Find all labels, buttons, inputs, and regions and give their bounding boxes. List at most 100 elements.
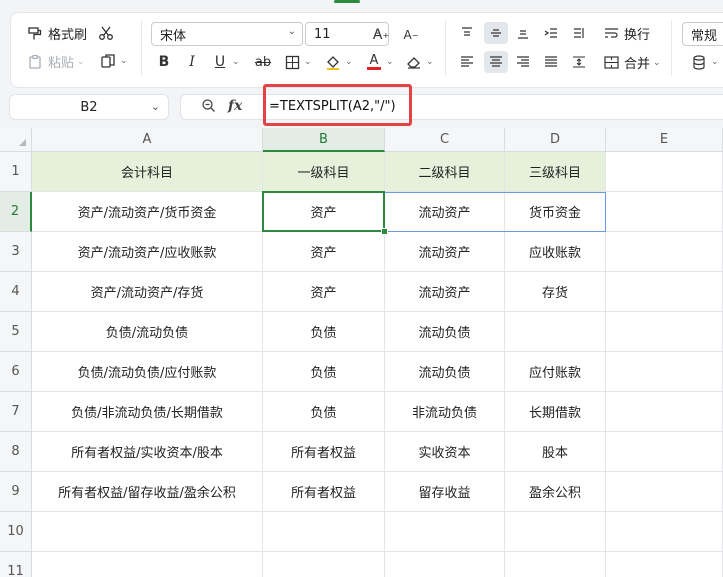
empty-cell[interactable] <box>385 552 505 577</box>
column-header-c[interactable]: C <box>385 128 505 152</box>
cut-button[interactable] <box>97 24 115 42</box>
data-cell[interactable]: 所有者权益 <box>263 432 385 472</box>
font-color-button[interactable]: A ⌄ <box>365 53 394 71</box>
column-header-a[interactable]: A <box>32 128 263 152</box>
bold-button[interactable]: B <box>155 53 173 71</box>
data-cell[interactable]: 流动负债 <box>385 312 505 352</box>
format-painter-button[interactable]: 格式刷 <box>26 24 87 43</box>
data-cell[interactable]: 流动资产 <box>385 232 505 272</box>
select-all-corner[interactable] <box>0 128 32 152</box>
data-cell[interactable]: 流动资产 <box>385 272 505 312</box>
header-cell[interactable]: 三级科目 <box>505 152 606 192</box>
data-cell[interactable]: 负债/非流动负债/长期借款 <box>32 392 263 432</box>
empty-cell[interactable] <box>263 512 385 552</box>
data-cell[interactable]: 资产/流动资产/存货 <box>32 272 263 312</box>
merge-button[interactable]: 合并 ⌄ <box>602 53 661 72</box>
underline-button[interactable]: U ⌄ <box>211 53 240 71</box>
data-cell[interactable]: 盈余公积 <box>505 472 606 512</box>
data-cell[interactable]: 应付账款 <box>505 352 606 392</box>
data-cell[interactable]: 资产 <box>263 232 385 272</box>
data-cell[interactable]: 非流动负债 <box>385 392 505 432</box>
data-cell[interactable]: 资产 <box>263 272 385 312</box>
align-middle-button[interactable] <box>484 22 508 44</box>
row-header-3[interactable]: 3 <box>0 232 32 272</box>
row-header-7[interactable]: 7 <box>0 392 32 432</box>
decrease-font-button[interactable]: A − <box>402 26 420 44</box>
align-right-button[interactable] <box>514 53 532 71</box>
data-cell[interactable]: 资产 <box>263 192 385 232</box>
copy-button[interactable]: ⌄ <box>99 52 128 70</box>
row-header-1[interactable]: 1 <box>0 152 32 192</box>
data-cell[interactable]: 资产/流动资产/货币资金 <box>32 192 263 232</box>
data-cell[interactable]: 资产/流动资产/应收账款 <box>32 232 263 272</box>
header-cell[interactable]: 一级科目 <box>263 152 385 192</box>
italic-button[interactable]: I <box>183 53 201 71</box>
indent-button[interactable] <box>542 24 560 42</box>
empty-cell[interactable] <box>606 512 723 552</box>
empty-cell[interactable] <box>606 552 723 577</box>
empty-cell[interactable] <box>385 512 505 552</box>
data-cell[interactable]: 所有者权益/留存收益/盈余公积 <box>32 472 263 512</box>
distribute-button[interactable] <box>570 53 588 71</box>
column-header-e[interactable]: E <box>606 128 723 152</box>
row-header-11[interactable]: 11 <box>0 552 32 577</box>
empty-cell[interactable] <box>606 312 723 352</box>
row-header-8[interactable]: 8 <box>0 432 32 472</box>
empty-cell[interactable] <box>32 512 263 552</box>
justify-button[interactable] <box>542 53 560 71</box>
data-cell[interactable]: 所有者权益 <box>263 472 385 512</box>
empty-cell[interactable] <box>505 512 606 552</box>
zoom-icon[interactable] <box>201 98 216 117</box>
fill-color-button[interactable]: ⌄ <box>324 53 353 71</box>
empty-cell[interactable] <box>505 552 606 577</box>
spreadsheet-grid[interactable]: A B C D E 1 会计科目 一级科目 二级科目 三级科目 2 资产/流动资产/货币资金 资产 流动资… <box>0 128 723 577</box>
header-cell[interactable]: 二级科目 <box>385 152 505 192</box>
fill-handle[interactable] <box>381 228 388 235</box>
data-cell[interactable]: 所有者权益/实收资本/股本 <box>32 432 263 472</box>
align-bottom-button[interactable] <box>514 24 532 42</box>
number-format-select[interactable]: 常规 <box>682 22 723 46</box>
row-header-2[interactable]: 2 <box>0 192 32 232</box>
align-center-button[interactable] <box>484 51 508 73</box>
empty-cell[interactable] <box>606 232 723 272</box>
orientation-button[interactable] <box>570 24 588 42</box>
row-header-10[interactable]: 10 <box>0 512 32 552</box>
row-header-6[interactable]: 6 <box>0 352 32 392</box>
formula-input[interactable]: =TEXTSPLIT(A2,"/") <box>269 99 396 114</box>
column-header-d[interactable]: D <box>505 128 606 152</box>
data-cell[interactable]: 股本 <box>505 432 606 472</box>
empty-cell[interactable] <box>606 272 723 312</box>
font-family-select[interactable]: 宋体 ⌄ <box>151 22 303 46</box>
data-cell[interactable]: 负债 <box>263 352 385 392</box>
empty-cell[interactable] <box>606 192 723 232</box>
formula-bar[interactable]: fx =TEXTSPLIT(A2,"/") <box>180 94 723 120</box>
wrap-text-button[interactable]: 换行 <box>602 24 650 43</box>
data-cell[interactable]: 负债 <box>263 392 385 432</box>
align-top-button[interactable] <box>458 24 476 42</box>
data-cell[interactable]: 存货 <box>505 272 606 312</box>
empty-cell[interactable] <box>606 152 723 192</box>
data-cell[interactable] <box>505 312 606 352</box>
data-cell[interactable]: 流动资产 <box>385 192 505 232</box>
align-left-button[interactable] <box>458 53 476 71</box>
border-button[interactable]: ⌄ <box>283 53 312 71</box>
data-cell[interactable]: 实收资本 <box>385 432 505 472</box>
data-cell[interactable]: 留存收益 <box>385 472 505 512</box>
data-cell[interactable]: 货币资金 <box>505 192 606 232</box>
paste-button[interactable]: 粘贴 ⌄ <box>26 52 85 71</box>
data-cell[interactable]: 流动负债 <box>385 352 505 392</box>
empty-cell[interactable] <box>606 472 723 512</box>
row-header-4[interactable]: 4 <box>0 272 32 312</box>
header-cell[interactable]: 会计科目 <box>32 152 263 192</box>
database-button[interactable]: ⌄ <box>690 53 719 71</box>
row-header-9[interactable]: 9 <box>0 472 32 512</box>
data-cell[interactable]: 长期借款 <box>505 392 606 432</box>
empty-cell[interactable] <box>606 392 723 432</box>
column-header-b[interactable]: B <box>263 128 385 152</box>
strikethrough-button[interactable]: ab <box>254 53 272 71</box>
data-cell[interactable]: 负债 <box>263 312 385 352</box>
empty-cell[interactable] <box>606 352 723 392</box>
data-cell[interactable]: 应收账款 <box>505 232 606 272</box>
empty-cell[interactable] <box>606 432 723 472</box>
insert-function-icon[interactable]: fx <box>228 98 242 117</box>
